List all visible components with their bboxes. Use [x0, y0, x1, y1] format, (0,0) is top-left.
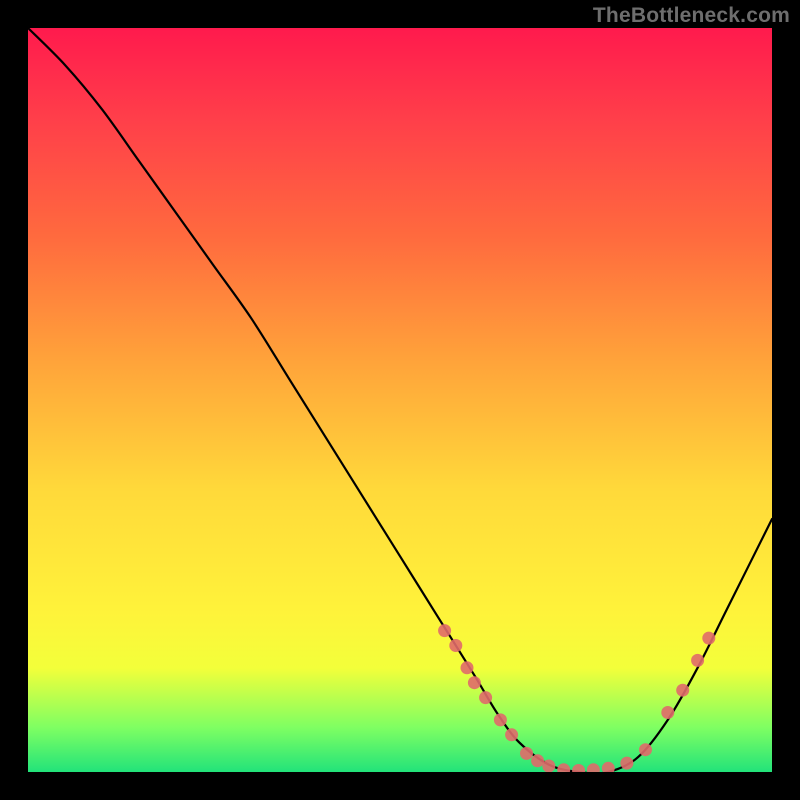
data-marker [494, 713, 507, 726]
data-marker [661, 706, 674, 719]
data-marker [639, 743, 652, 756]
bottleneck-curve-path [28, 28, 772, 772]
data-marker [557, 763, 570, 772]
data-marker [691, 654, 704, 667]
data-marker [468, 676, 481, 689]
data-marker [602, 762, 615, 772]
data-marker [702, 632, 715, 645]
data-marker [449, 639, 462, 652]
marker-group [438, 624, 715, 772]
curve-layer [28, 28, 772, 772]
data-marker [531, 754, 544, 767]
chart-stage: TheBottleneck.com [0, 0, 800, 800]
data-marker [587, 763, 600, 772]
data-marker [438, 624, 451, 637]
data-marker [461, 661, 474, 674]
data-marker [520, 747, 533, 760]
plot-area [28, 28, 772, 772]
data-marker [479, 691, 492, 704]
data-marker [542, 760, 555, 773]
data-marker [572, 764, 585, 772]
attribution-label: TheBottleneck.com [593, 4, 790, 28]
data-marker [505, 728, 518, 741]
data-marker [676, 684, 689, 697]
data-marker [620, 757, 633, 770]
